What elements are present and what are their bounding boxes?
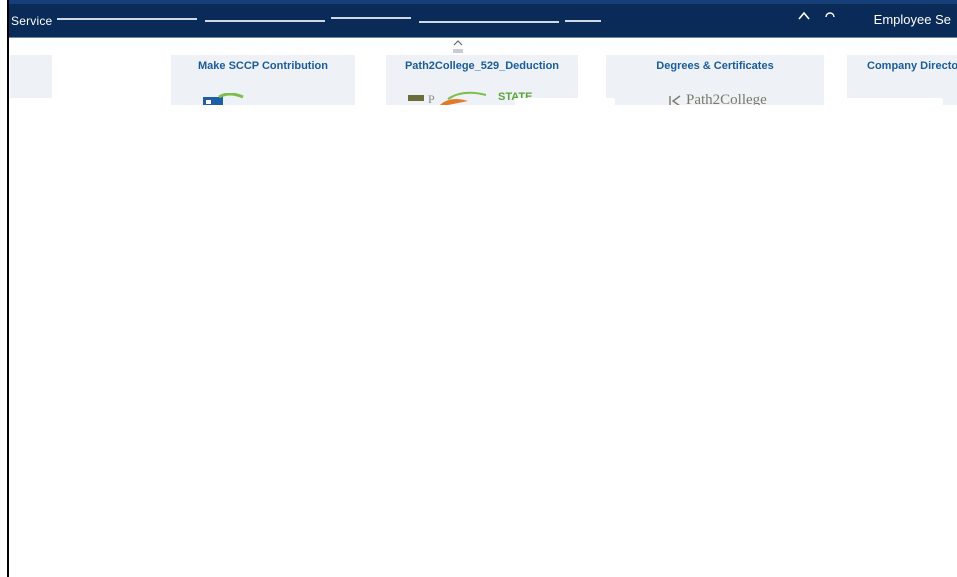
header-nav-garble — [565, 20, 601, 22]
tile-make-sccp-contribution[interactable]: Make SCCP Contribution — [170, 55, 356, 105]
app-frame: Service Employee Se Make SCCP Contributi… — [0, 0, 957, 577]
tile-degrees-certificates[interactable]: Degrees & Certificates Path2College — [605, 55, 825, 105]
path2college-logo-text: Path2College — [686, 92, 767, 105]
user-menu[interactable]: Employee Se — [874, 12, 951, 27]
header-accent — [9, 0, 957, 4]
svg-text:P: P — [428, 92, 435, 105]
chevron-up-icon — [453, 40, 463, 46]
header-nav-garble — [419, 21, 559, 23]
tile-title: Path2College_529_Deduction — [404, 60, 560, 72]
tile-gap — [355, 55, 385, 105]
top-header-bar: Service Employee Se — [9, 0, 957, 38]
grip-bar — [453, 49, 463, 53]
header-nav-garble — [57, 18, 197, 20]
tile-title: Make SCCP Contribution — [198, 60, 328, 72]
tile-title: Degrees & Certificates — [656, 60, 774, 72]
service-label[interactable]: Service — [11, 14, 52, 28]
search-icon[interactable] — [824, 9, 836, 23]
chevron-up-icon[interactable] — [798, 9, 810, 23]
header-nav-garble — [205, 20, 325, 22]
content-area — [9, 105, 957, 577]
collapse-handle[interactable] — [449, 38, 467, 54]
path2college-mark-icon — [669, 95, 681, 105]
tile-title: Company Directo — [867, 60, 957, 72]
header-nav-garble — [331, 17, 411, 19]
contribution-logo-icon — [203, 93, 244, 105]
